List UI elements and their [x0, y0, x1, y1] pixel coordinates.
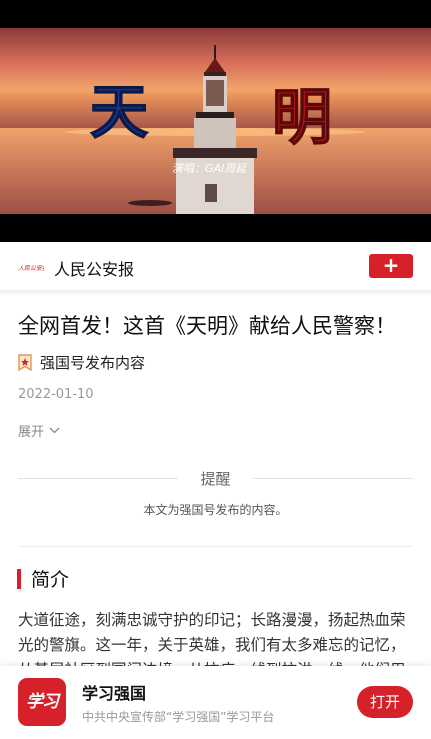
source-logo[interactable]: 人民公安报 — [18, 260, 44, 272]
source-bar: 人民公安报 人民公安报 + — [0, 242, 431, 290]
app-logo: 学习 — [18, 678, 66, 726]
expand-toggle[interactable]: 展开 — [18, 421, 60, 440]
video-frame: 天 明 演唱：GAI周延 — [0, 0, 431, 242]
badge-icon — [18, 353, 32, 371]
intro-text: 大道征途，刻满忠诚守护的印记；长路漫漫，扬起热血荣光的警旗。这一年，关于英雄，我… — [18, 611, 406, 674]
publisher-row: 强国号发布内容 — [18, 351, 145, 373]
video-player[interactable]: 天 明 演唱：GAI周延 — [0, 0, 431, 242]
publisher-label: 强国号发布内容 — [40, 353, 146, 372]
intro-heading: 简介 — [31, 569, 70, 591]
section-divider — [18, 546, 413, 547]
app-download-banner: 学习 学习强国 中共中央宣传部“学习强国”学习平台 打开 — [0, 666, 431, 739]
notice-text: 本文为强国号发布的内容。 — [143, 503, 288, 517]
publish-date: 2022-01-10 — [18, 387, 94, 402]
app-name: 学习强国 — [82, 684, 147, 703]
article-title: 全网首发！这首《天明》献给人民警察！ — [18, 314, 396, 338]
open-app-button[interactable]: 打开 — [357, 686, 413, 718]
video-credit: 演唱：GAI周延 — [172, 162, 248, 175]
video-title-right: 明 — [272, 83, 332, 153]
expand-label: 展开 — [18, 425, 45, 440]
divider-shadow — [0, 290, 431, 296]
notice-line-right — [253, 478, 413, 479]
svg-text:人民公安报: 人民公安报 — [18, 264, 44, 272]
chevron-down-icon — [49, 427, 60, 434]
section-accent-bar — [17, 568, 21, 589]
notice-header: 提醒 — [18, 468, 413, 488]
app-description: 中共中央宣传部“学习强国”学习平台 — [82, 710, 275, 724]
video-title-left: 天 — [90, 78, 148, 146]
follow-button[interactable]: + — [369, 254, 413, 278]
source-name[interactable]: 人民公安报 — [54, 256, 134, 280]
intro-header: 简介 — [17, 565, 69, 592]
